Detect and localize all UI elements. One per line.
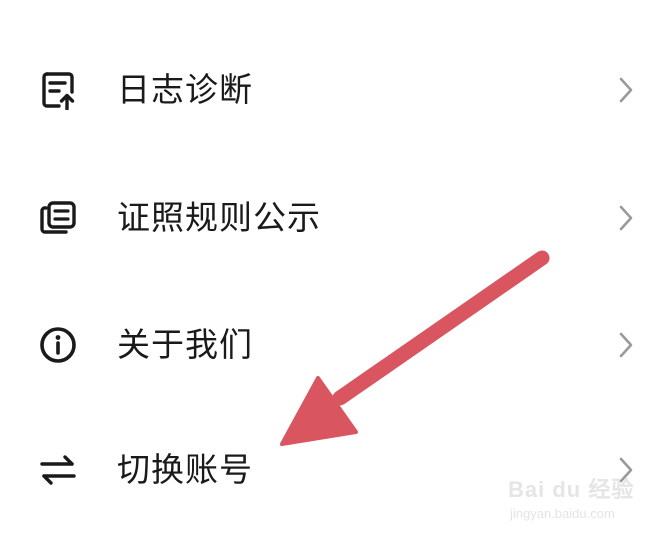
watermark-url: jingyan.baidu.com bbox=[510, 506, 615, 521]
certificate-icon bbox=[38, 198, 78, 238]
chevron-right-icon bbox=[614, 72, 638, 108]
log-upload-icon bbox=[38, 70, 78, 110]
watermark-brand: Bai du 经验 bbox=[508, 477, 635, 502]
settings-screen: 日志诊断 证照规则公示 关于我们 切换账号 Bai du 经验 jingyan.… bbox=[0, 0, 664, 540]
menu-item-label: 证照规则公示 bbox=[117, 198, 321, 237]
menu-item-log-diagnosis[interactable]: 日志诊断 bbox=[0, 35, 664, 145]
menu-item-certificate-rules[interactable]: 证照规则公示 bbox=[0, 163, 664, 273]
menu-item-label: 切换账号 bbox=[117, 450, 253, 489]
watermark: Bai du 经验 jingyan.baidu.com bbox=[508, 472, 648, 528]
menu-item-about-us[interactable]: 关于我们 bbox=[0, 290, 664, 400]
switch-arrows-icon bbox=[38, 450, 78, 490]
info-icon bbox=[38, 325, 78, 365]
menu-item-label: 关于我们 bbox=[117, 325, 253, 364]
menu-item-label: 日志诊断 bbox=[117, 70, 253, 109]
chevron-right-icon bbox=[614, 327, 638, 363]
chevron-right-icon bbox=[614, 200, 638, 236]
